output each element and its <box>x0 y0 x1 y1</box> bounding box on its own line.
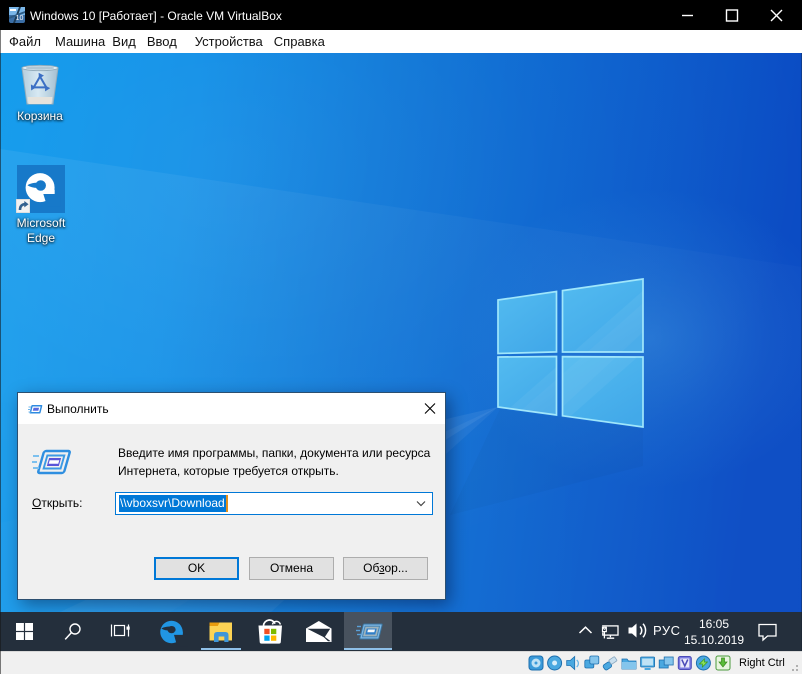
svg-text:10: 10 <box>16 15 24 22</box>
